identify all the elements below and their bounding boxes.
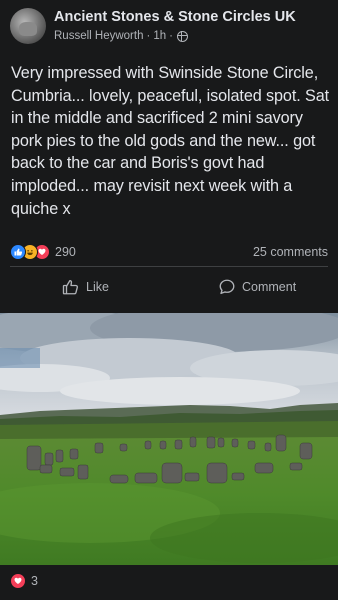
reaction-count: 290 (55, 245, 76, 259)
comments-count[interactable]: 25 comments (253, 245, 328, 259)
stone-circle-photo (0, 313, 338, 565)
post-header: Ancient Stones & Stone Circles UK Russel… (0, 0, 338, 52)
comment-footer: 3 (0, 565, 338, 600)
group-name[interactable]: Ancient Stones & Stone Circles UK (54, 9, 296, 25)
post-time[interactable]: 1h (153, 30, 166, 42)
like-button[interactable]: Like (62, 268, 109, 306)
comment-button[interactable]: Comment (218, 268, 296, 306)
footer-reactions[interactable]: 3 (10, 573, 38, 589)
love-icon (10, 573, 26, 589)
avatar-stone-image (19, 22, 37, 36)
like-icon (10, 244, 26, 260)
facebook-post: Ancient Stones & Stone Circles UK Russel… (0, 0, 338, 600)
thumbs-up-icon (62, 279, 79, 295)
post-meta: Russell Heyworth · 1h · (54, 30, 188, 42)
comment-bubble-icon (219, 279, 235, 295)
divider (10, 266, 328, 267)
reactions-summary[interactable]: 290 (10, 244, 76, 260)
like-label: Like (86, 280, 109, 294)
comment-label: Comment (242, 280, 297, 294)
post-photo[interactable] (0, 313, 338, 565)
meta-separator-2: · (169, 30, 173, 42)
footer-reaction-count: 3 (31, 574, 38, 588)
post-actions: Like Comment (0, 268, 338, 306)
globe-icon (176, 30, 188, 42)
post-text: Very impressed with Swinside Stone Circl… (11, 64, 330, 218)
group-avatar[interactable] (10, 8, 46, 44)
meta-separator: · (146, 30, 151, 42)
author-name[interactable]: Russell Heyworth (54, 30, 143, 42)
